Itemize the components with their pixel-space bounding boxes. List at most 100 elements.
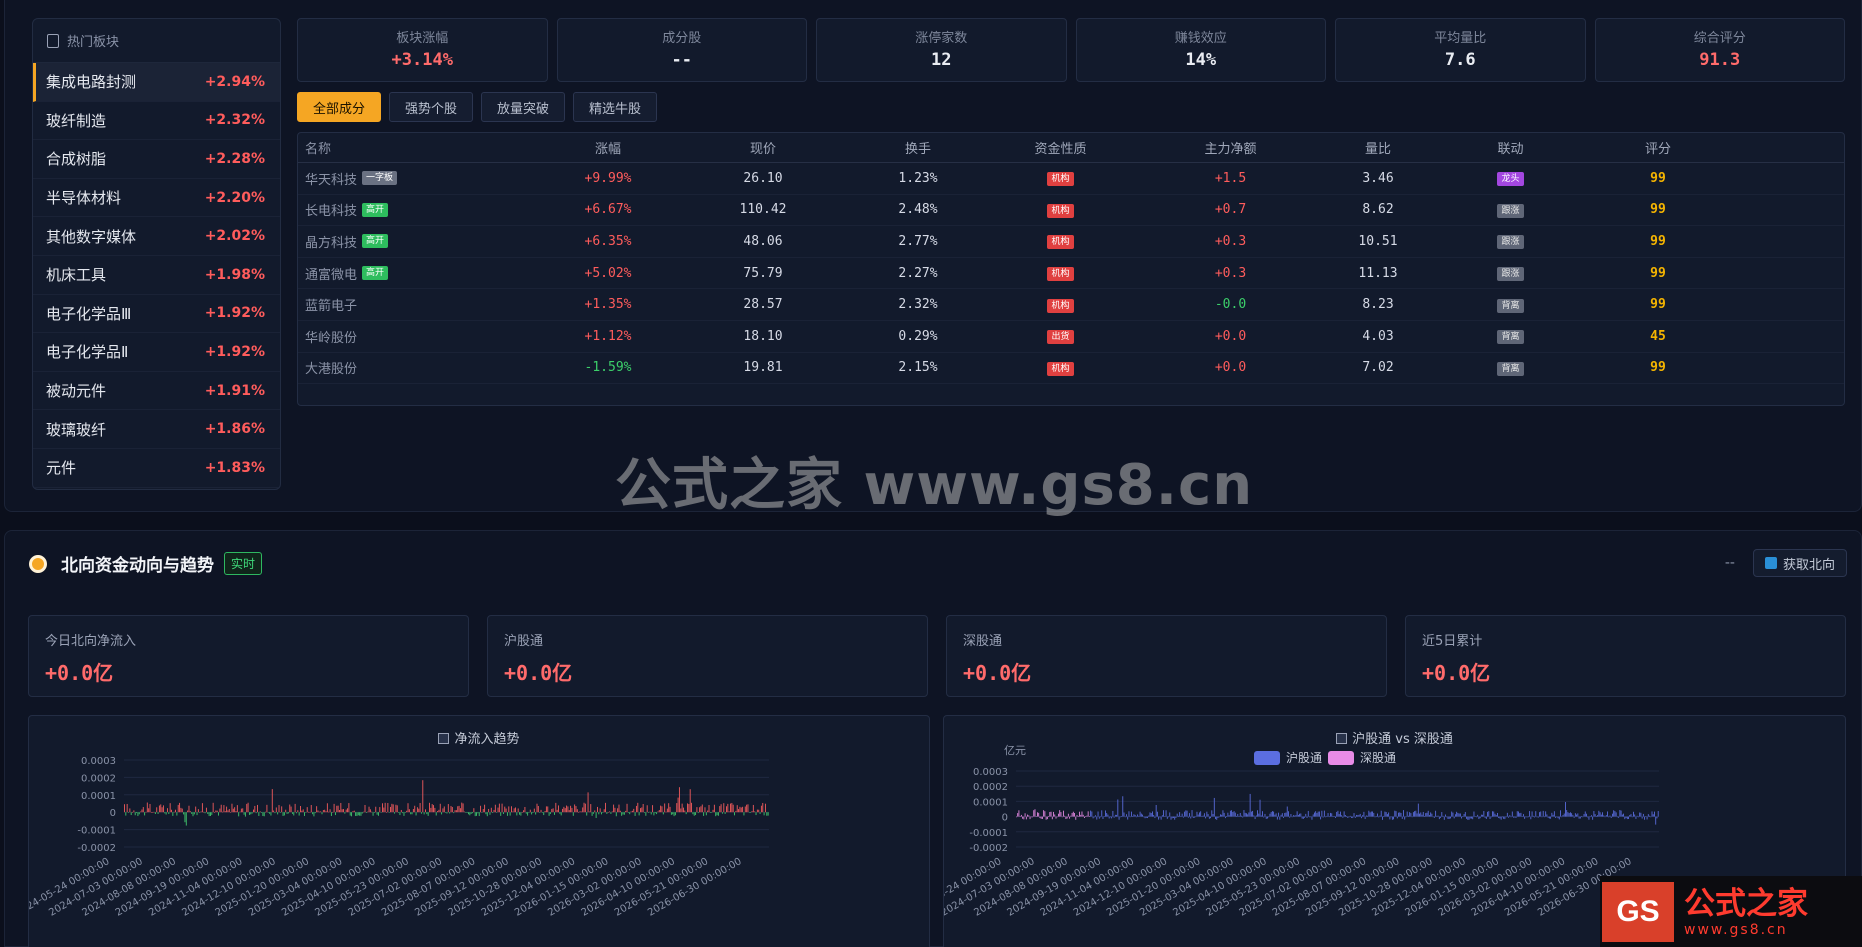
sector-item[interactable]: 玻纤制造 +2.32% [33, 102, 280, 141]
sector-item[interactable]: 合成树脂 +2.28% [33, 140, 280, 179]
fetch-northbound-button[interactable]: 获取北向 [1752, 549, 1847, 577]
chart-bar [1109, 816, 1111, 818]
col-header-volume-ratio[interactable]: 量比 [1318, 138, 1438, 157]
y-tick-label: -0.0002 [969, 843, 1008, 854]
chart-bar [1388, 812, 1390, 817]
chart-bar [279, 812, 281, 813]
col-header-linkage[interactable]: 联动 [1438, 138, 1583, 157]
chart-bar [648, 812, 650, 813]
chart-bar [728, 811, 730, 813]
chart-bar [719, 806, 721, 813]
chart-bar [308, 811, 310, 813]
stock-name[interactable]: 华岭股份 [305, 327, 357, 346]
stock-name[interactable]: 华天科技 [305, 169, 357, 188]
sector-item[interactable]: 电子化学品Ⅱ +1.92% [33, 333, 280, 372]
chart-bar [1552, 814, 1554, 817]
chart-bar [1464, 812, 1466, 817]
chart-bar [158, 805, 160, 813]
stock-score: 99 [1650, 297, 1666, 313]
filter-tab[interactable]: 强势个股 [389, 92, 474, 122]
chart-bar [1040, 816, 1042, 819]
col-header-fund-nature[interactable]: 资金性质 [978, 138, 1143, 157]
col-header-main-flow[interactable]: 主力净额 [1143, 138, 1318, 157]
y-tick-label: -0.0001 [77, 826, 116, 837]
filter-tab[interactable]: 全部成分 [297, 92, 382, 122]
table-row[interactable]: 蓝箭电子 +1.35% 28.57 2.32% 机构 -0.0 8.23 背离 99 [298, 289, 1844, 321]
chart-bar [535, 812, 537, 815]
stat-label: 赚钱效应 [1174, 31, 1227, 46]
chart-bar [1106, 813, 1108, 817]
sector-item[interactable]: 集成电路封测 +2.94% [33, 63, 280, 102]
flow-card: 深股通 +0.0亿 [946, 615, 1387, 697]
chart-bar [339, 810, 340, 813]
main-flow: +1.5 [1214, 170, 1247, 186]
chart-bar [1148, 815, 1150, 817]
chart-bar [524, 806, 526, 813]
chart-bar [154, 812, 156, 815]
filter-tab[interactable]: 放量突破 [481, 92, 566, 122]
chart-bar [1354, 816, 1356, 818]
chart-bar [282, 812, 284, 816]
sector-item[interactable]: 其他数字媒体 +2.02% [33, 217, 280, 256]
col-header-chg[interactable]: 涨幅 [548, 138, 668, 157]
chart-bar [1487, 811, 1488, 817]
sector-name: 半导体材料 [46, 189, 122, 208]
sector-item[interactable]: 被动元件 +1.91% [33, 372, 280, 411]
chart-bar [1253, 815, 1255, 817]
chart-bar [571, 807, 573, 813]
sector-name: 其他数字媒体 [46, 227, 137, 246]
stock-name[interactable]: 大港股份 [305, 358, 357, 377]
filter-tab[interactable]: 精选牛股 [573, 92, 658, 122]
stock-score: 99 [1650, 202, 1666, 218]
sector-item[interactable]: 电子化学品Ⅲ +1.92% [33, 295, 280, 334]
stock-name[interactable]: 晶方科技 [305, 232, 357, 251]
clipboard-icon [47, 33, 59, 48]
stock-name[interactable]: 通富微电 [305, 264, 357, 283]
chart-bar [1132, 816, 1134, 817]
chart-bar [1054, 814, 1056, 817]
chart-bar [215, 810, 217, 813]
table-row[interactable]: 通富微电 高开 +5.02% 75.79 2.27% 机构 +0.3 11.13 跟涨 99 [298, 258, 1844, 290]
stat-value: 91.3 [1699, 50, 1741, 70]
sector-item[interactable]: 元件 +1.83% [33, 449, 280, 488]
chart-bar [1536, 816, 1538, 818]
stock-name[interactable]: 蓝箭电子 [305, 295, 357, 314]
chart-bar [1419, 813, 1420, 817]
table-row[interactable]: 大港股份 -1.59% 19.81 2.15% 机构 +0.0 7.02 背离 99 [298, 353, 1844, 385]
col-header-score[interactable]: 评分 [1583, 138, 1733, 157]
table-row[interactable]: 华天科技 一字板 +9.99% 26.10 1.23% 机构 +1.5 3.46 龙头 99 [298, 163, 1844, 195]
chart-bar [146, 802, 148, 813]
chart-bar [1618, 816, 1620, 818]
chart-bar [431, 804, 433, 813]
linkage-cell: 跟涨 [1438, 233, 1583, 250]
chart-bar [1623, 813, 1625, 817]
chart-bar [1242, 816, 1244, 818]
table-row[interactable]: 晶方科技 高开 +6.35% 48.06 2.77% 机构 +0.3 10.51 跟涨 99 [298, 226, 1844, 258]
sector-items: 集成电路封测 +2.94% 玻纤制造 +2.32% 合成树脂 +2.28% 半导体材料 +2.… [33, 63, 280, 488]
col-header-name[interactable]: 名称 [298, 138, 548, 157]
chart-bar [267, 812, 269, 813]
main-flow: +0.7 [1214, 202, 1247, 218]
sector-item[interactable]: 玻璃玻纤 +1.86% [33, 410, 280, 449]
y-tick-label: 0.0001 [973, 797, 1008, 808]
chart-bar [173, 811, 175, 813]
chart-bar [185, 812, 187, 826]
chart-bar [383, 807, 385, 813]
main-flow: +0.3 [1214, 265, 1247, 281]
chart-bar [204, 812, 206, 814]
chart-bar [275, 807, 277, 813]
col-header-price[interactable]: 现价 [668, 138, 858, 157]
sector-item[interactable]: 半导体材料 +2.20% [33, 179, 280, 218]
chart-bar [606, 812, 608, 814]
table-row[interactable]: 华岭股份 +1.12% 18.10 0.29% 出货 +0.0 4.03 背离 45 [298, 321, 1844, 353]
sector-item[interactable]: 机床工具 +1.98% [33, 256, 280, 295]
table-row[interactable]: 长电科技 高开 +6.67% 110.42 2.48% 机构 +0.7 8.62 跟涨 99 [298, 195, 1844, 227]
col-header-turnover[interactable]: 换手 [858, 138, 978, 157]
stat-card: 综合评分 91.3 [1594, 18, 1845, 82]
chart-bar [193, 812, 195, 815]
chart-bar [1628, 816, 1629, 819]
stock-name[interactable]: 长电科技 [305, 200, 357, 219]
chart-bar [1333, 815, 1335, 817]
chart-bar [1540, 811, 1542, 817]
chart-bar [236, 805, 238, 813]
